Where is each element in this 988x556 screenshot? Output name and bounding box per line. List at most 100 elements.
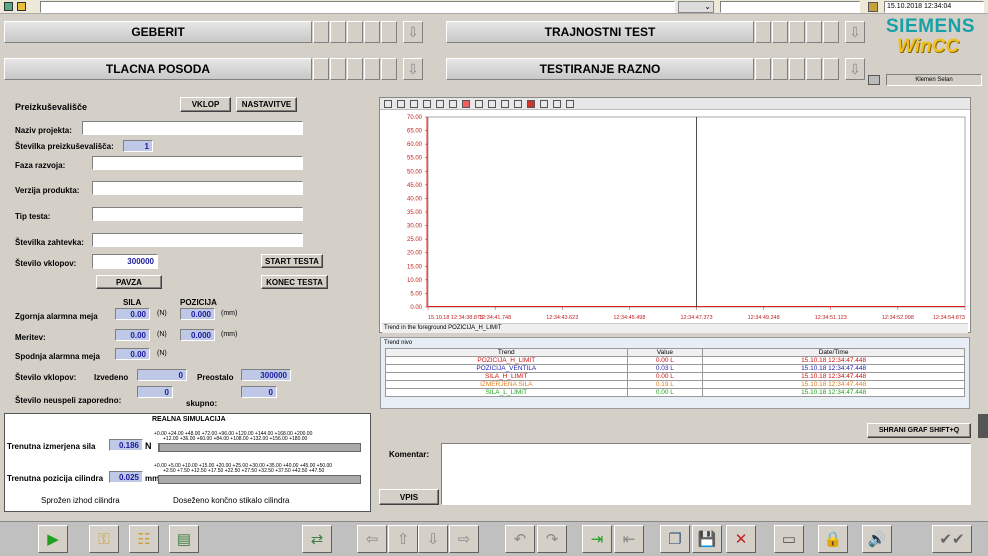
konec-testa-button[interactable]: KONEC TESTA <box>261 275 328 289</box>
ruler-icon[interactable] <box>488 100 496 108</box>
trend-chart[interactable]: 70.00 65.00 60.00 55.00 50.00 45.00 40.00 35.00… <box>380 111 970 321</box>
stop-icon[interactable] <box>462 100 470 108</box>
lock-icon[interactable]: 🔒 <box>818 525 848 553</box>
trend-name-cell: POZICIJA_VENTILA <box>385 364 628 373</box>
start-testa-button[interactable]: START TESTA <box>261 254 323 268</box>
y-tick-label: 65.00 <box>407 129 423 135</box>
play-icon[interactable]: ▶ <box>38 525 68 553</box>
user-icon[interactable] <box>868 75 880 85</box>
table-row[interactable]: SILA_H_LIMIT 0.00 L 15.10.18 12:34:47.448 <box>385 372 965 381</box>
tip-label: Tip testa: <box>15 212 51 221</box>
trend-name-cell: SILA_H_LIMIT <box>385 372 628 381</box>
simulation-panel: REALNA SIMULACIJA Trenutna izmerjena sil… <box>4 413 371 512</box>
shrani-graf-button[interactable]: SHRANI GRAF SHIFT+Q <box>867 423 971 438</box>
verzija-produkta-input[interactable] <box>92 181 303 195</box>
save-icon[interactable]: 💾 <box>692 525 722 553</box>
arrow-down-icon[interactable]: ⇩ <box>845 58 865 80</box>
chevron-down-icon[interactable]: ⌄ <box>678 1 714 13</box>
delete-icon[interactable]: ✕ <box>726 525 756 553</box>
banner-segment <box>381 58 397 80</box>
y-tick-label: 70.00 <box>407 115 423 121</box>
report-icon[interactable]: ▤ <box>169 525 199 553</box>
table-row[interactable]: POZICIJA_VENTILA 0.03 L 15.10.18 12:34:47.… <box>385 364 965 373</box>
arrow-right-icon[interactable]: ⇨ <box>449 525 479 553</box>
folder-icon[interactable] <box>17 2 26 11</box>
neuspeli-label: Število neuspeli zaporedno: <box>15 396 122 405</box>
stevilka-value: 1 <box>123 140 153 152</box>
acknowledge-icon[interactable]: ✔✔ <box>932 525 972 553</box>
izvedeno-value: 0 <box>137 369 187 381</box>
save-icon[interactable] <box>553 100 561 108</box>
naziv-label: Naziv projekta: <box>15 126 72 135</box>
banner-segment <box>806 58 822 80</box>
tlacna-posoda-banner[interactable]: TLACNA POSODA <box>4 58 312 80</box>
meritev-pozicija-value: 0.000 <box>180 329 215 341</box>
trend-value-cell: 0.00 L <box>626 388 704 397</box>
screen-icon[interactable]: ⇄ <box>302 525 332 553</box>
pavza-button[interactable]: PAVZA <box>96 275 162 289</box>
prev-icon[interactable] <box>423 100 431 108</box>
faza-razvoja-input[interactable] <box>92 156 303 170</box>
calendar-icon[interactable] <box>868 2 878 12</box>
komentar-label: Komentar: <box>389 450 430 459</box>
app-icon[interactable] <box>4 2 13 11</box>
zoom-icon[interactable] <box>475 100 483 108</box>
help-icon[interactable] <box>384 100 392 108</box>
arrow-left-icon[interactable]: ⇦ <box>357 525 387 553</box>
message-line <box>40 1 675 13</box>
arrow-down-icon[interactable]: ⇩ <box>403 58 423 80</box>
table-row[interactable]: SILA_L_LIMIT 0.00 L 15.10.18 12:34:47.448 <box>385 388 965 397</box>
config-icon[interactable] <box>397 100 405 108</box>
next-icon[interactable] <box>436 100 444 108</box>
pozicija-header: POZICIJA <box>180 298 217 307</box>
x-tick-label: 12:34:49.248 <box>748 315 780 321</box>
bottom-toolbar: ▶ ⚿ ☷ ▤ ⇄ ⇦ ⇧ ⇩ ⇨ ↶ ↷ ⇥ ⇤ ❐ 💾 ✕ ▭ 🔒 🔊 ✔✔ <box>0 521 988 556</box>
komentar-input[interactable] <box>441 443 971 505</box>
arrow-down-icon[interactable]: ⇩ <box>418 525 448 553</box>
x-tick-label: 12:34:52.998 <box>882 315 914 321</box>
trajnostni-test-banner[interactable]: TRAJNOSTNI TEST <box>446 21 754 43</box>
tip-testa-input[interactable] <box>92 207 303 221</box>
undo-icon[interactable]: ↶ <box>505 525 535 553</box>
testiranje-razno-banner[interactable]: TESTIRANJE RAZNO <box>446 58 754 80</box>
exit-icon[interactable]: ⇤ <box>614 525 644 553</box>
link-icon[interactable] <box>566 100 574 108</box>
zgornja-label: Zgornja alarmna meja <box>15 312 98 321</box>
vklop-button[interactable]: VKLOP <box>180 97 231 112</box>
last-icon[interactable] <box>449 100 457 108</box>
trend-value-cell: 0.19 L <box>626 380 704 389</box>
unit-mm: (mm) <box>221 310 238 317</box>
first-icon[interactable] <box>410 100 418 108</box>
redo-icon[interactable]: ↷ <box>537 525 567 553</box>
arrow-up-icon[interactable]: ⇧ <box>388 525 418 553</box>
trend-time-cell: 15.10.18 12:34:47.448 <box>702 388 965 397</box>
faza-label: Faza razvoja: <box>15 161 66 170</box>
vpis-button[interactable]: VPIS <box>379 489 439 505</box>
arrow-down-icon[interactable]: ⇩ <box>845 21 865 43</box>
naziv-projekta-input[interactable] <box>82 121 303 135</box>
stevilo-vklopov-input[interactable]: 300000 <box>92 254 158 269</box>
banner-segment <box>364 21 380 43</box>
table-row[interactable]: IZMERJENA SILA 0.19 L 15.10.18 12:34:47.44… <box>385 380 965 389</box>
arrow-down-icon[interactable]: ⇩ <box>403 21 423 43</box>
export-icon[interactable] <box>514 100 522 108</box>
zgornja-pozicija-value: 0.000 <box>180 308 215 320</box>
print-icon[interactable] <box>540 100 548 108</box>
nastavitve-button[interactable]: NASTAVITVE <box>236 97 297 112</box>
sound-icon[interactable]: 🔊 <box>862 525 892 553</box>
enter-icon[interactable]: ⇥ <box>582 525 612 553</box>
copy-icon[interactable]: ❐ <box>660 525 690 553</box>
axis-icon[interactable] <box>501 100 509 108</box>
stevilka-zahtevka-input[interactable] <box>92 233 303 247</box>
y-tick-label: 50.00 <box>407 169 423 175</box>
banner-segment <box>789 58 805 80</box>
zgornja-sila-value: 0.00 <box>115 308 150 320</box>
list-icon[interactable]: ☷ <box>129 525 159 553</box>
verzija-label: Verzija produkta: <box>15 186 80 195</box>
geberit-banner[interactable]: GEBERIT <box>4 21 312 43</box>
record-icon[interactable] <box>527 100 535 108</box>
table-row[interactable]: POZICIJA_H_LIMIT 0.00 L 15.10.18 12:34:47.… <box>385 356 965 365</box>
key-icon[interactable]: ⚿ <box>89 525 119 553</box>
unit-mm: (mm) <box>221 331 238 338</box>
monitor-icon[interactable]: ▭ <box>774 525 804 553</box>
